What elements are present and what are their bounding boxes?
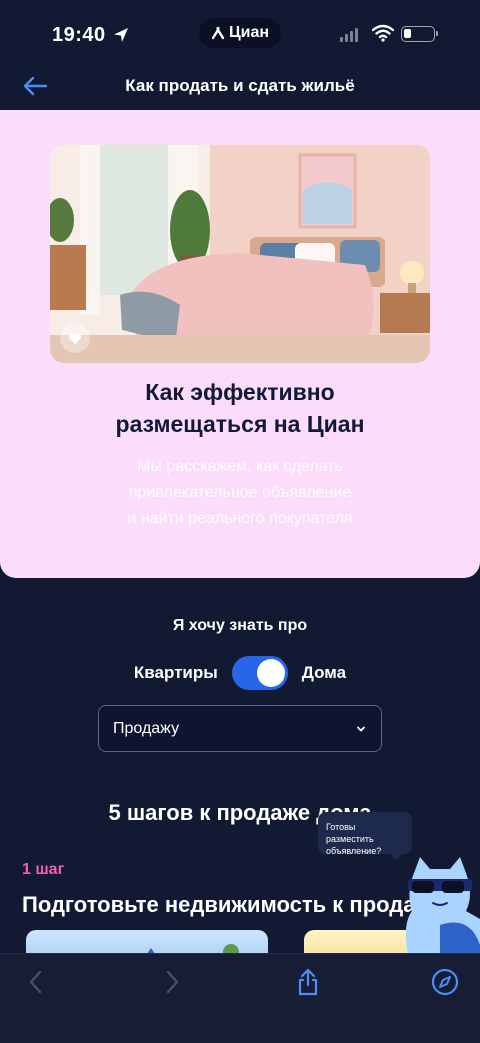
app-indicator-pill[interactable]: Циан: [199, 18, 281, 48]
status-bar: 19:40 Циан: [0, 0, 480, 70]
chevron-down-icon: [357, 726, 365, 731]
app-indicator-label: Циан: [228, 24, 270, 41]
hero-subtitle-line: привлекательное объявление: [128, 484, 352, 501]
hero-subtitle-line: и найти реального покупателя: [127, 510, 353, 527]
browser-back-button[interactable]: [18, 964, 54, 1000]
assistant-tooltip-line: Готовы разместить: [326, 822, 374, 844]
heart-icon: [68, 332, 82, 344]
compass-icon: [431, 968, 459, 996]
hero-subtitle-line: Мы расскажем, как сделать: [137, 458, 343, 475]
share-button[interactable]: [290, 964, 326, 1000]
page-title: Как продать и сдать жильё: [125, 76, 355, 95]
property-type-switch[interactable]: [231, 656, 288, 690]
toggle-label-houses[interactable]: Дома: [302, 663, 346, 683]
cellular-signal-icon: [340, 28, 358, 42]
status-time: 19:40: [52, 24, 106, 46]
hero-subtitle: Мы расскажем, как сделать привлекательно…: [60, 454, 420, 532]
toggle-label-apartments[interactable]: Квартиры: [134, 663, 218, 683]
chevron-right-icon: [166, 970, 179, 994]
assistant-tooltip[interactable]: Готовы разместить объявление?: [318, 812, 412, 860]
assistant-tooltip-line: объявление?: [326, 846, 382, 856]
property-type-toggle-row: Квартиры Дома: [0, 654, 480, 692]
chevron-left-icon: [29, 970, 42, 994]
battery-icon: [401, 26, 438, 42]
step-number: 1 шаг: [22, 861, 65, 878]
browser-forward-button[interactable]: [154, 964, 190, 1000]
share-icon: [298, 968, 318, 996]
hero-section: Как эффективно размещаться на Циан Мы ра…: [0, 110, 480, 578]
like-button[interactable]: [60, 323, 90, 353]
wifi-icon: [372, 24, 394, 42]
deal-type-value: Продажу: [113, 719, 180, 737]
cian-logo-icon: [211, 26, 225, 40]
want-to-know-label: Я хочу знать про: [172, 617, 308, 634]
cat-mascot-icon[interactable]: [400, 855, 480, 955]
compass-button[interactable]: [427, 964, 463, 1000]
hero-title: Как эффективно размещаться на Циан: [40, 376, 440, 440]
hero-title-line: Как эффективно: [145, 379, 335, 405]
battery-fill: [404, 29, 411, 38]
bedroom-illustration: [50, 145, 430, 363]
hero-title-line: размещаться на Циан: [115, 411, 365, 437]
switch-knob: [256, 659, 285, 687]
browser-toolbar: [0, 953, 480, 1043]
arrow-left-icon: [23, 76, 48, 96]
page-header: Как продать и сдать жильё: [0, 62, 480, 110]
deal-type-select[interactable]: Продажу: [98, 705, 382, 752]
bedroom-image: [50, 145, 430, 363]
location-arrow-icon: [114, 28, 128, 42]
back-button[interactable]: [18, 72, 52, 100]
